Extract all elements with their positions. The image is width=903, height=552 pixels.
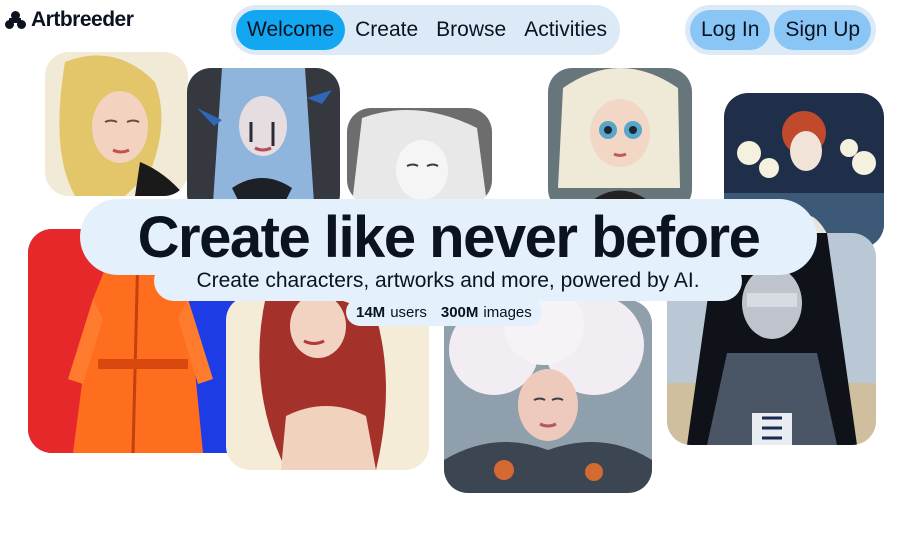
artwork-monochrome-girl[interactable] (347, 108, 492, 204)
auth-buttons: Log In Sign Up (685, 5, 877, 55)
artwork-cloud-hair-woman[interactable] (444, 300, 652, 493)
nav-browse[interactable]: Browse (428, 10, 514, 50)
hero-subtitle: Create characters, artworks and more, po… (196, 269, 700, 292)
artwork-blonde-woman-sketch[interactable] (45, 52, 188, 196)
nav-create[interactable]: Create (347, 10, 426, 50)
users-count: 14M (356, 303, 386, 321)
nav-welcome[interactable]: Welcome (236, 10, 346, 50)
artwork-blue-haired-woman-birds[interactable] (187, 68, 340, 218)
main-nav: Welcome Create Browse Activities (231, 5, 621, 55)
artwork-doll-girl[interactable] (548, 68, 692, 213)
signup-button[interactable]: Sign Up (774, 10, 872, 50)
images-label: images (483, 303, 532, 321)
images-count: 300M (440, 303, 479, 321)
artbreeder-logo-icon (4, 9, 28, 31)
stats-badge: 14M users 300M images (346, 298, 542, 326)
login-button[interactable]: Log In (690, 10, 771, 50)
nav-activities[interactable]: Activities (516, 10, 615, 50)
users-label: users (390, 303, 427, 321)
brand-logo[interactable]: Artbreeder (4, 8, 134, 32)
brand-name: Artbreeder (31, 8, 134, 31)
artbreeder-landing-page: Artbreeder Welcome Create Browse Activit… (0, 0, 903, 552)
